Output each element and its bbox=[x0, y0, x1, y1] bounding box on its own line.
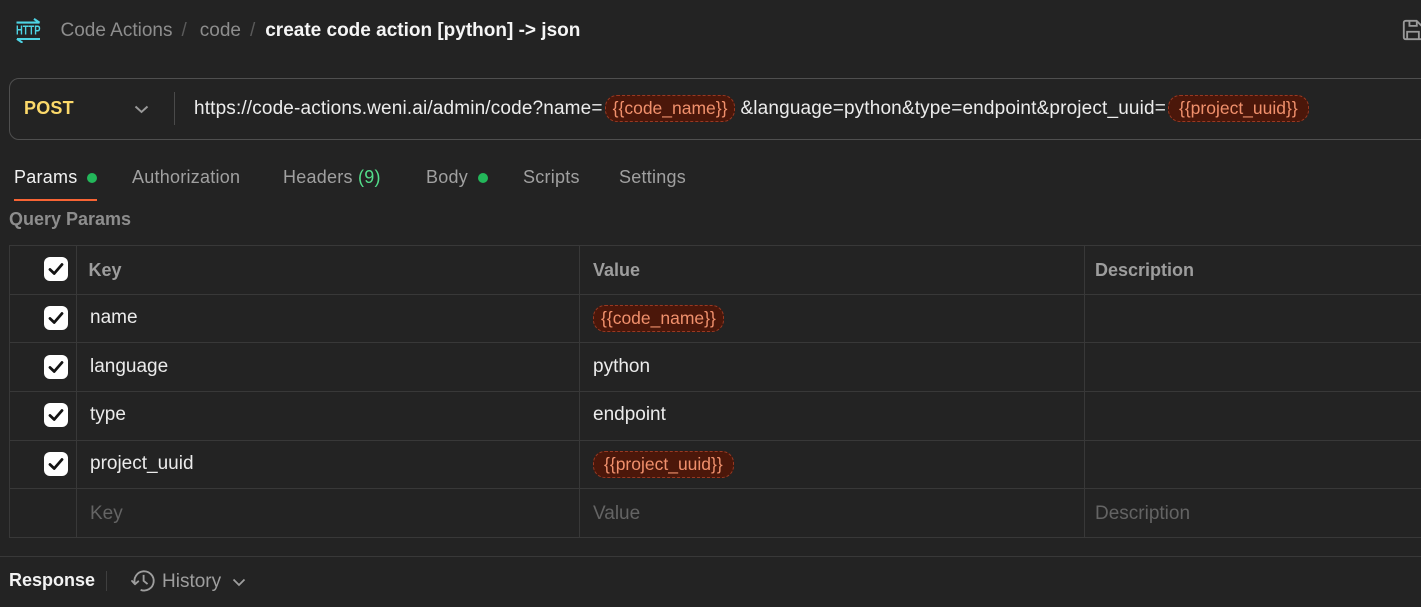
svg-text:HTTP: HTTP bbox=[16, 24, 41, 38]
